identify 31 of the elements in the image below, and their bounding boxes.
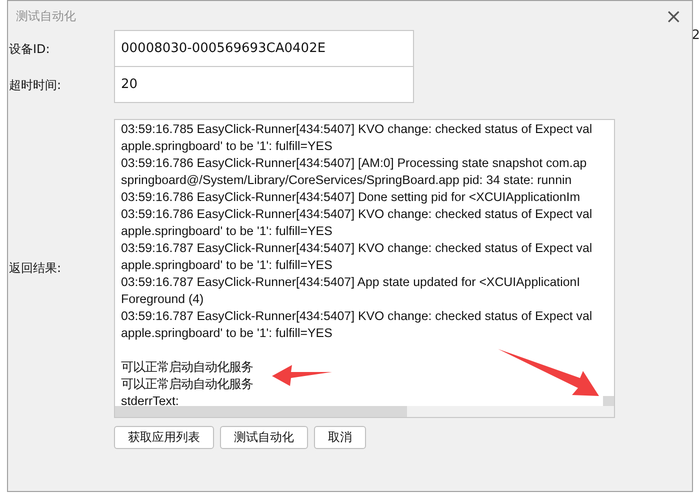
input-field[interactable]: 20 (114, 66, 414, 103)
log-line: 03:59:16.786 EasyClick-Runner[434:5407] Done setting pid for <XCUIApplicationIm (121, 189, 580, 206)
dialog-title: 测试自动化 (16, 8, 76, 24)
log-line: apple.springboard' to be '1': fulfill=YES (121, 325, 332, 342)
log-line: apple.springboard' to be '1': fulfill=YES (121, 257, 332, 274)
dialog-button[interactable]: 测试自动化 (220, 426, 308, 449)
log-line: stderrText: (121, 393, 179, 406)
log-line: 03:59:16.786 EasyClick-Runner[434:5407] KVO change: checked status of Expect val (121, 206, 592, 223)
dialog-button[interactable]: 获取应用列表 (114, 426, 214, 449)
log-line: 03:59:16.787 EasyClick-Runner[434:5407] App state updated for <XCUIApplicationI (121, 274, 580, 291)
dialog-button[interactable]: 取消 (314, 426, 366, 449)
log-line: springboard@/System/Library/CoreServices/SpringBoard.app pid: 34 state: runnin (121, 172, 572, 189)
log-line: 03:59:16.786 EasyClick-Runner[434:5407] [AM:0] Processing state snapshot com.ap (121, 155, 587, 172)
field-label: 超时时间: (8, 76, 62, 94)
log-line: 可以正常启动自动化服务 (121, 359, 253, 376)
log-line: Foreground (4) (121, 291, 204, 308)
field-label: 设备ID: (8, 40, 51, 58)
input-field[interactable]: 00008030-000569693CA0402E (114, 30, 414, 67)
log-line: 03:59:16.787 EasyClick-Runner[434:5407] KVO change: checked status of Expect val (121, 308, 592, 325)
log-line: 可以正常启动自动化服务 (121, 376, 253, 393)
close-icon[interactable]: × (665, 6, 682, 26)
log-line: 03:59:16.785 EasyClick-Runner[434:5407] KVO change: checked status of Expect val (121, 121, 592, 138)
background-text: 2 (692, 28, 700, 43)
scrollbar-thumb[interactable] (603, 396, 614, 406)
field-label: 返回结果: (8, 260, 62, 277)
log-line: 03:59:16.787 EasyClick-Runner[434:5407] KVO change: checked status of Expect val (121, 240, 592, 257)
result-textarea[interactable] (114, 119, 615, 418)
log-line: apple.springboard' to be '1': fulfill=YES (121, 138, 332, 155)
annotation-arrow (272, 365, 332, 386)
scrollbar-thumb[interactable] (115, 406, 407, 417)
log-line: apple.springboard' to be '1': fulfill=YES (121, 223, 332, 240)
